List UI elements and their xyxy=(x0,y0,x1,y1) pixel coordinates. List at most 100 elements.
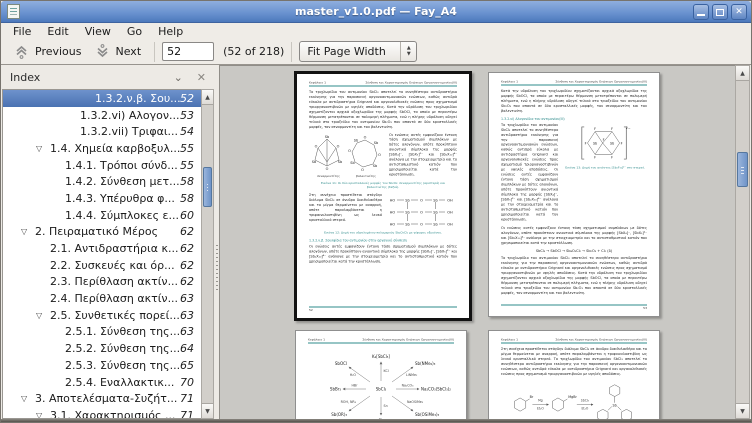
svg-text:O: O xyxy=(361,168,364,172)
previous-icon xyxy=(13,43,30,60)
main-scroll-thumb[interactable] xyxy=(737,152,748,187)
svg-text:Sb: Sb xyxy=(405,223,410,227)
sidebar-close-icon[interactable]: ✕ xyxy=(197,71,206,84)
toc-item[interactable]: 1.4.2. Σύνθεση μετ...58 xyxy=(3,173,201,190)
toc-item[interactable]: ▽1.4. Χημεία καρβοξυλ...55 xyxy=(3,140,201,157)
svg-text:O: O xyxy=(420,211,423,215)
svg-text:Et₂O: Et₂O xyxy=(537,406,544,410)
svg-text:HO: HO xyxy=(390,199,396,203)
figure-label: σεναρμοντίτης xyxy=(317,174,340,178)
next-page-button[interactable]: Next xyxy=(88,41,148,62)
menu-edit[interactable]: Edit xyxy=(39,24,76,39)
scroll-up-icon[interactable]: ▲ xyxy=(736,66,749,81)
svg-text:HO: HO xyxy=(390,211,396,215)
toc-item[interactable]: 2.2. Συσκευές και όρ...62 xyxy=(3,257,201,274)
toc-item[interactable]: 1.4.4. Σύμπλοκες ε...60 xyxy=(3,207,201,224)
svg-text:Sb: Sb xyxy=(374,141,379,145)
svg-text:Br: Br xyxy=(530,395,534,399)
toc-item[interactable]: 2.5.4. Εναλλακτικ...70 xyxy=(3,374,201,391)
scroll-up-icon[interactable]: ▲ xyxy=(202,90,213,105)
figure-caption: Εικόνα 11: Οι δύο κρυσταλλικές μορφές το… xyxy=(311,181,455,189)
svg-text:O: O xyxy=(348,149,351,153)
expander-triangle-icon[interactable]: ▽ xyxy=(36,144,50,153)
toc-item-label: 2.5.2. Σύνθεση της... xyxy=(65,342,180,355)
toc-item-page: 60 xyxy=(180,209,201,222)
toolbar: Previous Next (52 of 218) Fit Page Width… xyxy=(1,39,751,65)
toc-item[interactable]: 2.5.1. Σύνθεση της...63 xyxy=(3,324,201,341)
sidebar-scroll-thumb[interactable] xyxy=(203,167,212,207)
menu-file[interactable]: File xyxy=(5,24,39,39)
previous-page-button[interactable]: Previous xyxy=(7,41,88,62)
toc-item-page: 63 xyxy=(180,309,201,322)
svg-text:OH: OH xyxy=(447,223,453,227)
body-text: Οι ενώσεις αυτές εμφανίζουν έντονη τάση … xyxy=(309,245,457,265)
sidebar-scrollbar[interactable]: ▲ ▼ xyxy=(201,89,214,419)
toc-item-page: 55 xyxy=(180,142,201,155)
toc-item[interactable]: 2.1. Αντιδραστήρια κ...62 xyxy=(3,240,201,257)
svg-text:SbBr₃: SbBr₃ xyxy=(330,387,341,392)
expander-triangle-icon[interactable]: ▽ xyxy=(21,227,35,236)
svg-text:Sb: Sb xyxy=(433,199,438,203)
application-window: master_v1.0.pdf — Fay_A4 ✕ File Edit Vie… xyxy=(0,0,752,423)
toc-item[interactable]: 2.4. Περίθλαση ακτίν...63 xyxy=(3,290,201,307)
scroll-down-icon[interactable]: ▼ xyxy=(736,403,749,418)
chevron-down-icon[interactable]: ⌄ xyxy=(174,71,183,84)
title-bar[interactable]: master_v1.0.pdf — Fay_A4 ✕ xyxy=(1,1,751,23)
svg-text:O: O xyxy=(315,144,318,148)
svg-text:F: F xyxy=(594,155,596,159)
toc-item-page: 63 xyxy=(180,292,201,305)
svg-text:Sb: Sb xyxy=(373,164,378,168)
close-button[interactable]: ✕ xyxy=(731,4,747,20)
menu-view[interactable]: View xyxy=(77,24,119,39)
previous-label: Previous xyxy=(35,45,82,58)
next-label: Next xyxy=(116,45,142,58)
svg-text:2−: 2− xyxy=(626,126,631,130)
reaction-grignard: Br MgBr Sb Mg Et₂O SbCl₃ Et₂O xyxy=(501,380,647,419)
toc-item[interactable]: 1.3.2.vi) Αλογον...53 xyxy=(3,107,201,124)
svg-text:O: O xyxy=(378,153,381,157)
expander-triangle-icon[interactable]: ▽ xyxy=(36,411,50,419)
toc-item[interactable]: ▽3.1. Χαρακτηρισμός ...71 xyxy=(3,407,201,419)
page-count-label: (52 of 218) xyxy=(223,45,284,58)
expander-triangle-icon[interactable]: ▽ xyxy=(36,311,50,320)
toc-item[interactable]: 1.3.2.vii) Τριφαι...54 xyxy=(3,123,201,140)
svg-text:F: F xyxy=(603,138,605,142)
page-number-input[interactable] xyxy=(162,42,214,61)
toc-item[interactable]: ▽2. Πειραματικό Μέρος62 xyxy=(3,224,201,241)
pdf-page-54[interactable]: Κεφάλαιο 1Σύνθεση και Χαρακτηρισμός Ενώσ… xyxy=(295,330,467,419)
toc-item[interactable]: 2.5.2. Σύνθεση της...64 xyxy=(3,340,201,357)
grip-dots-icon xyxy=(216,245,218,293)
zoom-mode-select[interactable]: Fit Page Width ▲▼ xyxy=(299,41,417,62)
menu-help[interactable]: Help xyxy=(150,24,191,39)
svg-text:SbOCl: SbOCl xyxy=(335,361,347,366)
toc-item[interactable]: 1.3.2.ν.β. Σου...52 xyxy=(3,90,201,107)
toc-item-page: 52 xyxy=(180,92,201,105)
body-text: Στη συνέχεια προστίθεται στάγδην διάλυμα… xyxy=(309,193,382,223)
main-scrollbar[interactable]: ▲ ▼ xyxy=(735,65,750,419)
svg-text:Sb: Sb xyxy=(405,211,410,215)
toolbar-separator xyxy=(291,42,292,62)
maximize-button[interactable] xyxy=(712,4,728,20)
toc-item[interactable]: 2.5.3. Σύνθεση της...65 xyxy=(3,357,201,374)
pdf-page-53[interactable]: Κεφάλαιο 1Σύνθεση και Χαρακτηρισμός Ενώσ… xyxy=(488,72,660,317)
minimize-button[interactable] xyxy=(693,4,709,20)
svg-text:H₂O: H₂O xyxy=(350,373,357,377)
toc-item[interactable]: 2.3. Περίθλαση ακτίν...62 xyxy=(3,274,201,291)
toc-item-page: 71 xyxy=(180,392,201,405)
svg-text:F: F xyxy=(611,155,613,159)
pdf-page-55[interactable]: Κεφάλαιο 1Σύνθεση και Χαρακτηρισμός Ενώσ… xyxy=(488,330,660,419)
document-canvas[interactable]: Κεφάλαιο 1Σύνθεση και Χαρακτηρισμός Ενώσ… xyxy=(219,65,735,419)
toc-item-page: 55 xyxy=(180,159,201,172)
menu-go[interactable]: Go xyxy=(119,24,150,39)
toc-item[interactable]: ▽3. Αποτελέσματα-Συζήτ...71 xyxy=(3,390,201,407)
expander-triangle-icon[interactable]: ▽ xyxy=(21,394,35,403)
sidebar-title[interactable]: Index xyxy=(10,71,174,84)
toc-item[interactable]: ▽2.5. Συνθετικές πορεί...63 xyxy=(3,307,201,324)
svg-text:Sb: Sb xyxy=(610,141,614,145)
toc-item[interactable]: 1.4.3. Υπέρυθρα φ...58 xyxy=(3,190,201,207)
pdf-page-52[interactable]: Κεφάλαιο 1Σύνθεση και Χαρακτηρισμός Ενώσ… xyxy=(294,71,472,321)
scroll-down-icon[interactable]: ▼ xyxy=(202,403,213,418)
toc-item[interactable]: 1.4.1. Τρόποι σύνδ...55 xyxy=(3,157,201,174)
spinner-arrows-icon[interactable]: ▲▼ xyxy=(400,42,416,61)
toc-item-label: 1.4.1. Τρόποι σύνδ... xyxy=(65,159,178,172)
